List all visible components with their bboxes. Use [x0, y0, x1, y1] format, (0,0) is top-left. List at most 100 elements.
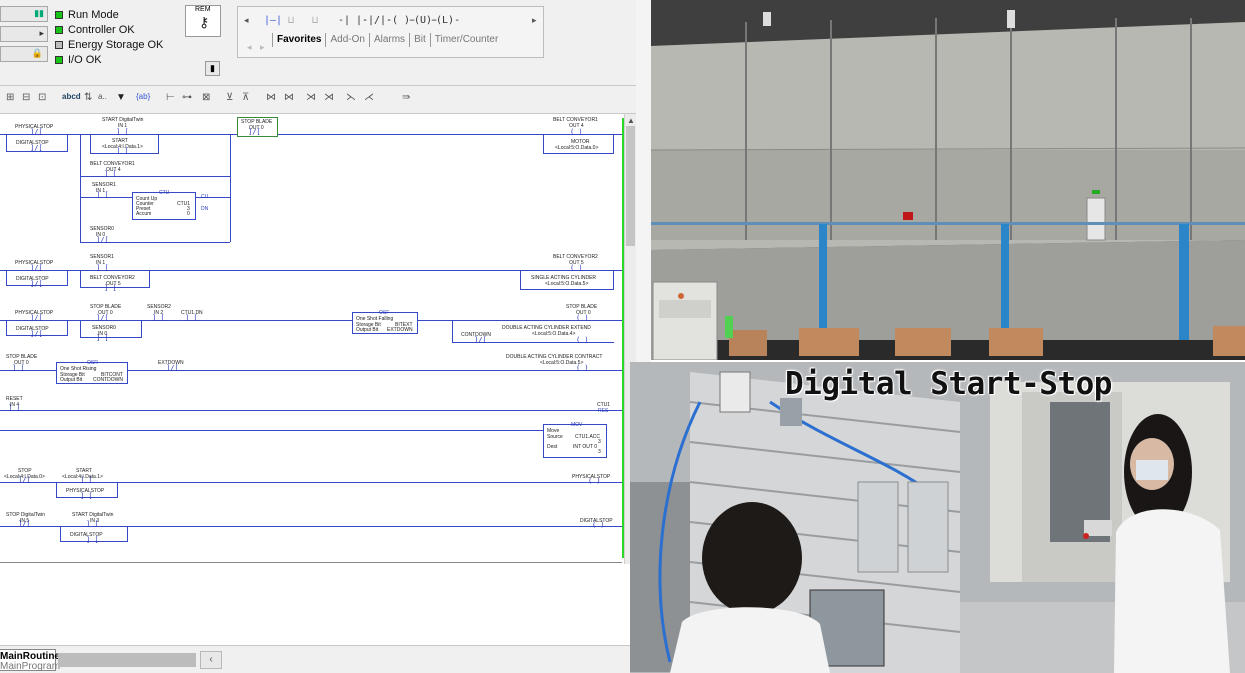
otl-icon[interactable]: -(L)-: [430, 15, 460, 26]
video-title: Digital Start-Stop: [785, 366, 1112, 402]
tab-add-on[interactable]: Add-On: [325, 33, 368, 47]
r5-mov-source-val: 3: [598, 439, 601, 445]
accept-icon[interactable]: ⊻: [226, 92, 233, 103]
r2-osf-block[interactable]: OSF One Shot Falling Storage Bit Output …: [352, 310, 418, 334]
r1-bconv2-contact[interactable]: ] [: [104, 284, 117, 292]
horizontal-scrollbar[interactable]: [58, 653, 196, 667]
forces-dropdown[interactable]: ▸: [0, 26, 48, 42]
program-tab-label: MainProgram: [0, 661, 61, 672]
r5-mov-block[interactable]: MOV Move Source Dest CTU1.ACC 3 INT OUT …: [543, 422, 607, 458]
sort-icon[interactable]: ⇅: [84, 92, 92, 103]
r0-digitalstop-contact[interactable]: ]/[: [30, 144, 43, 152]
go-icon[interactable]: ⇛: [402, 92, 410, 103]
symbol-icon[interactable]: {ab}: [136, 92, 150, 101]
delete-rung-icon[interactable]: ⊠: [202, 92, 210, 103]
mode-button[interactable]: ▮▮: [0, 6, 48, 22]
finalize-all-icon[interactable]: ⋌: [364, 92, 374, 103]
assemble-icon[interactable]: ⋊: [306, 92, 316, 103]
r0-motor-sub: <Local:5:O.Data.0>: [555, 145, 599, 151]
r2-contdown-contact[interactable]: ]/[: [474, 336, 487, 344]
branch-icon[interactable]: ⊔: [288, 15, 294, 26]
r7-coil[interactable]: ( ): [592, 521, 605, 529]
r3-coil[interactable]: ( ): [576, 364, 589, 372]
scroll-left-button[interactable]: ‹: [200, 651, 222, 669]
chevron-down-icon[interactable]: ▼: [116, 92, 126, 103]
controller-ok-label: Controller OK: [68, 23, 135, 36]
r3-stopblade-contact[interactable]: ] [: [12, 364, 25, 372]
r0-ctu-block[interactable]: CTU Count Up Counter Preset Accum CTU1 3…: [132, 190, 196, 220]
view3-icon[interactable]: ⊡: [38, 92, 46, 103]
r0-bconv-contact[interactable]: ] [: [104, 170, 117, 178]
add-branch-icon[interactable]: ⊶: [182, 92, 192, 103]
edits-button[interactable]: 🔒: [0, 46, 48, 62]
r2-coil2-sub: <Local:5:O.Data.4>: [532, 331, 576, 337]
lock-icon: 🔒: [31, 48, 43, 58]
r6-physicalstop-contact[interactable]: ] [: [80, 492, 93, 500]
r5-mov-source: CTU1.ACC: [575, 434, 601, 440]
tab-right-icon[interactable]: ▸: [260, 42, 265, 53]
rung-icon[interactable]: |—|: [264, 15, 282, 26]
scroll-left-icon[interactable]: ◂: [244, 15, 249, 26]
test-edits-icon[interactable]: ⋈: [266, 92, 276, 103]
r0-belt-branch: [80, 176, 230, 177]
finalize-icon[interactable]: ⋋: [346, 92, 356, 103]
key-icon: ⚷: [199, 14, 210, 30]
branch-level-icon[interactable]: ⊔: [312, 15, 318, 26]
r0-ctu-cu: CU: [201, 194, 209, 200]
r3-extdown-contact[interactable]: ]/[: [166, 364, 179, 372]
scrollbar-thumb[interactable]: [626, 126, 635, 246]
routine-tab-bar: MainRoutine MainProgram ‹: [0, 645, 636, 673]
r4-reset-contact[interactable]: ] [: [8, 404, 21, 412]
r3-osr-block[interactable]: OSR One Shot Rising Storage Bit Output B…: [56, 360, 128, 384]
io-led-icon: [55, 55, 63, 64]
r1-digitalstop-contact[interactable]: ]/[: [30, 280, 43, 288]
r2-digitalstop-contact[interactable]: ]/[: [30, 330, 43, 338]
tab-mainroutine[interactable]: MainRoutine MainProgram: [0, 649, 60, 672]
scroll-right-icon[interactable]: ▸: [532, 15, 537, 26]
run-mode-status: Run Mode: [55, 7, 119, 22]
tag-display-icon[interactable]: a..: [98, 92, 107, 101]
controller-properties-button[interactable]: ▮: [205, 61, 220, 76]
scroll-up-icon[interactable]: ▲: [627, 116, 635, 125]
run-mode-label: Run Mode: [68, 8, 119, 21]
r2-sensor2-contact[interactable]: ] [: [152, 314, 165, 322]
r2-osf-output: EXTDOWN: [387, 327, 413, 333]
r6-coil[interactable]: ( ): [588, 477, 601, 485]
abcd-icon[interactable]: abcd: [62, 92, 81, 101]
r7-digitalstop-contact[interactable]: ] [: [86, 536, 99, 544]
r2-coil2[interactable]: ( ): [576, 336, 589, 344]
add-rung-icon[interactable]: ⊢: [166, 92, 175, 103]
end-rung-line: [0, 562, 622, 563]
r0-sensor1-contact[interactable]: ] [: [96, 191, 109, 199]
untest-edits-icon[interactable]: ⋈: [284, 92, 294, 103]
r0-start-contact[interactable]: ] [: [116, 147, 129, 155]
tab-alarms[interactable]: Alarms: [368, 33, 409, 47]
r2-sensor0-contact[interactable]: ] [: [96, 334, 109, 342]
controller-ok-status: Controller OK: [55, 22, 135, 37]
cancel-icon[interactable]: ⊼: [242, 92, 249, 103]
key-switch-label: REM: [195, 6, 211, 13]
tab-bit[interactable]: Bit: [409, 33, 430, 47]
r6-stop-contact[interactable]: ]/[: [18, 476, 31, 484]
tab-favorites[interactable]: Favorites: [272, 33, 325, 47]
cancel-program-icon[interactable]: ⋊: [324, 92, 334, 103]
r0-stopblade-box[interactable]: STOP BLADE OUT 0 ]/[: [237, 117, 278, 137]
tab-left-icon[interactable]: ◂: [247, 42, 252, 53]
ladder-logic-canvas[interactable]: PHYSICALSTOP ]/[ DIGITALSTOP ]/[ START D…: [0, 114, 622, 563]
r2-coil[interactable]: ( ): [576, 314, 589, 322]
energy-led-icon: [55, 40, 63, 49]
r0-vbranch-right: [230, 134, 231, 242]
r2-vbranch: [452, 320, 453, 342]
r2-ctudn-contact[interactable]: ] [: [185, 314, 198, 322]
key-switch[interactable]: REM ⚷: [185, 5, 221, 37]
tab-timer-counter[interactable]: Timer/Counter: [429, 33, 503, 47]
view2-icon[interactable]: ⊟: [22, 92, 30, 103]
logix-editor: ▮▮ ▸ 🔒 Run Mode Controller OK Energy Sto…: [0, 0, 636, 673]
r7-stopdt-contact[interactable]: ]/[: [18, 520, 31, 528]
view-icon[interactable]: ⊞: [6, 92, 14, 103]
lab-video-feed: Digital Start-Stop: [630, 362, 1245, 673]
r0-ctu-title: CTU: [159, 190, 170, 196]
r0-sensor0-contact[interactable]: ]/[: [96, 236, 109, 244]
r5-mov-dest: INT OUT 0: [573, 444, 597, 450]
run-icon: ▮▮: [34, 8, 44, 18]
